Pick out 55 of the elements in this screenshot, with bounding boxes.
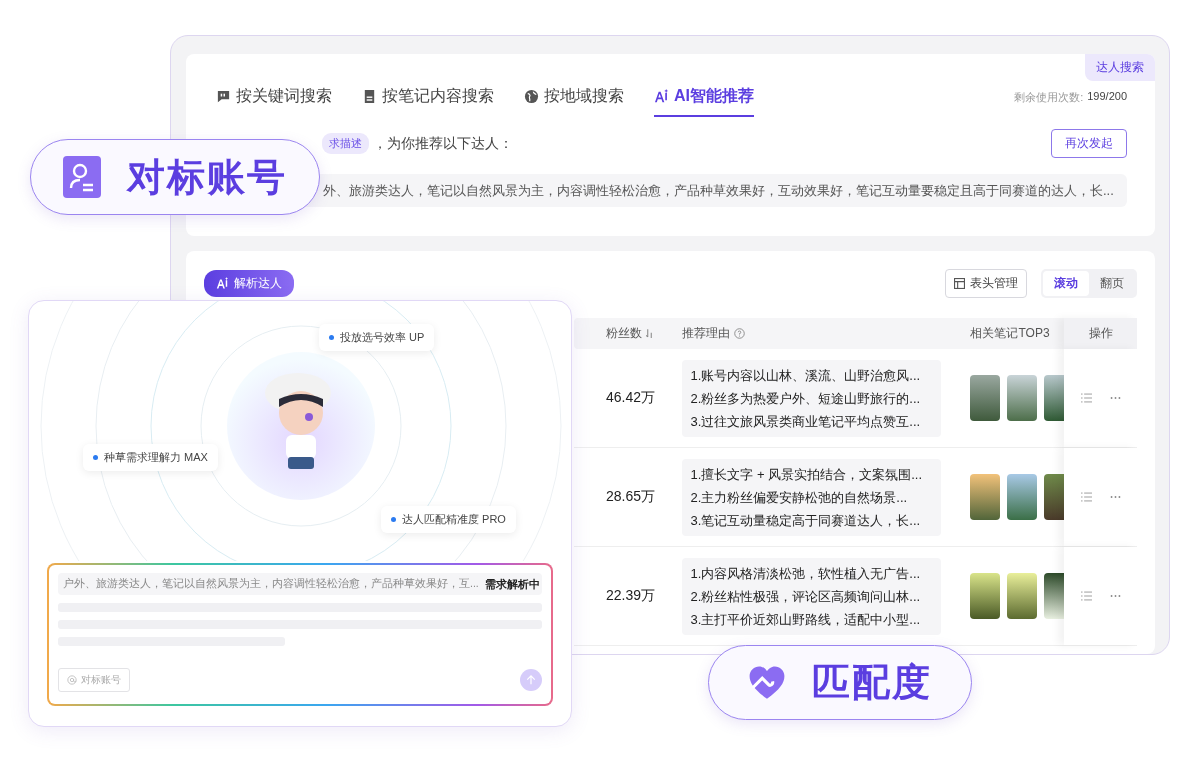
feature-tag: 投放选号效率 UP: [319, 324, 435, 351]
column-header: 推荐理由: [681, 325, 730, 342]
follower-count: 46.42万: [606, 389, 656, 407]
follower-count: 22.39万: [606, 587, 656, 605]
feature-tag: 种草需求理解力 MAX: [83, 444, 218, 471]
mode-tag: 达人搜索: [1085, 54, 1155, 81]
follower-count: 28.65万: [606, 488, 656, 506]
reason-line: 1.内容风格清淡松弛，软性植入无广告...: [690, 564, 922, 583]
reason-line: 2.粉丝粘性极强，评论区高频询问山林...: [690, 587, 922, 606]
search-tab[interactable]: 按地域搜索: [524, 82, 624, 117]
at-icon: [67, 675, 77, 685]
parsing-status: 需求解析中: [484, 576, 540, 592]
quota-label: 剩余使用次数:: [1014, 90, 1084, 105]
search-tab[interactable]: 按关键词搜索: [216, 82, 332, 117]
analyze-badge: 解析达人: [204, 270, 294, 297]
table-icon: [954, 278, 965, 289]
feature-callout: 对标账号: [30, 139, 320, 215]
photo-placeholder[interactable]: [970, 474, 1001, 520]
arrow-up-icon: [526, 675, 536, 685]
user-card-icon: [63, 156, 101, 198]
retry-button[interactable]: 再次发起: [1051, 129, 1127, 158]
intro-text: ，为你推荐以下达人：: [373, 134, 513, 153]
photo-placeholder[interactable]: [1044, 474, 1065, 520]
reason-line: 3.主打平价近郊山野路线，适配中小型...: [690, 610, 922, 629]
column-header: 操作: [1088, 325, 1113, 342]
search-tab[interactable]: AI智能推荐: [654, 82, 754, 117]
photo-placeholder[interactable]: [1044, 573, 1065, 619]
quota-value: 199/200: [1087, 90, 1127, 104]
globe-icon: [524, 89, 539, 104]
reason-line: 1.账号内容以山林、溪流、山野治愈风...: [690, 366, 922, 385]
column-header: 相关笔记TOP3: [970, 325, 1050, 342]
query-text: 户外、旅游类达人，笔记以自然风景为主，内容调性轻松治愈，产品种草效果好，互...: [63, 577, 479, 591]
comment-icon: [216, 89, 231, 104]
reason-line: 3.过往文旅风景类商业笔记平均点赞互...: [690, 412, 922, 431]
view-mode-option[interactable]: 翻页: [1089, 271, 1135, 296]
view-mode-option[interactable]: 滚动: [1043, 271, 1089, 296]
reason-line: 2.主力粉丝偏爱安静松弛的自然场景...: [690, 488, 909, 507]
photo-placeholder[interactable]: [970, 375, 1001, 421]
ai-sparkle-icon: [654, 89, 669, 104]
reason-line: 1.擅长文字 + 风景实拍结合，文案氛围...: [690, 465, 923, 484]
photo-placeholder[interactable]: [970, 573, 1001, 619]
photo-placeholder[interactable]: [1007, 573, 1038, 619]
document-icon: [362, 89, 377, 104]
photo-placeholder[interactable]: [1007, 375, 1038, 421]
reason-line: 2.粉丝多为热爱户外、短途山野旅行的...: [690, 389, 922, 408]
search-tab[interactable]: 按笔记内容搜索: [362, 82, 494, 117]
feature-tag: 达人匹配精准度 PRO: [381, 506, 516, 533]
column-header: 粉丝数: [606, 325, 642, 342]
photo-placeholder[interactable]: [1007, 474, 1038, 520]
photo-placeholder[interactable]: [1044, 375, 1065, 421]
ai-sparkle-icon: [216, 277, 229, 290]
column-settings-button[interactable]: 表头管理: [945, 269, 1027, 298]
requirement-chip: 求描述: [322, 133, 369, 154]
feature-callout: 匹配度: [708, 645, 972, 720]
reason-line: 3.笔记互动量稳定高于同赛道达人，长...: [690, 511, 922, 530]
